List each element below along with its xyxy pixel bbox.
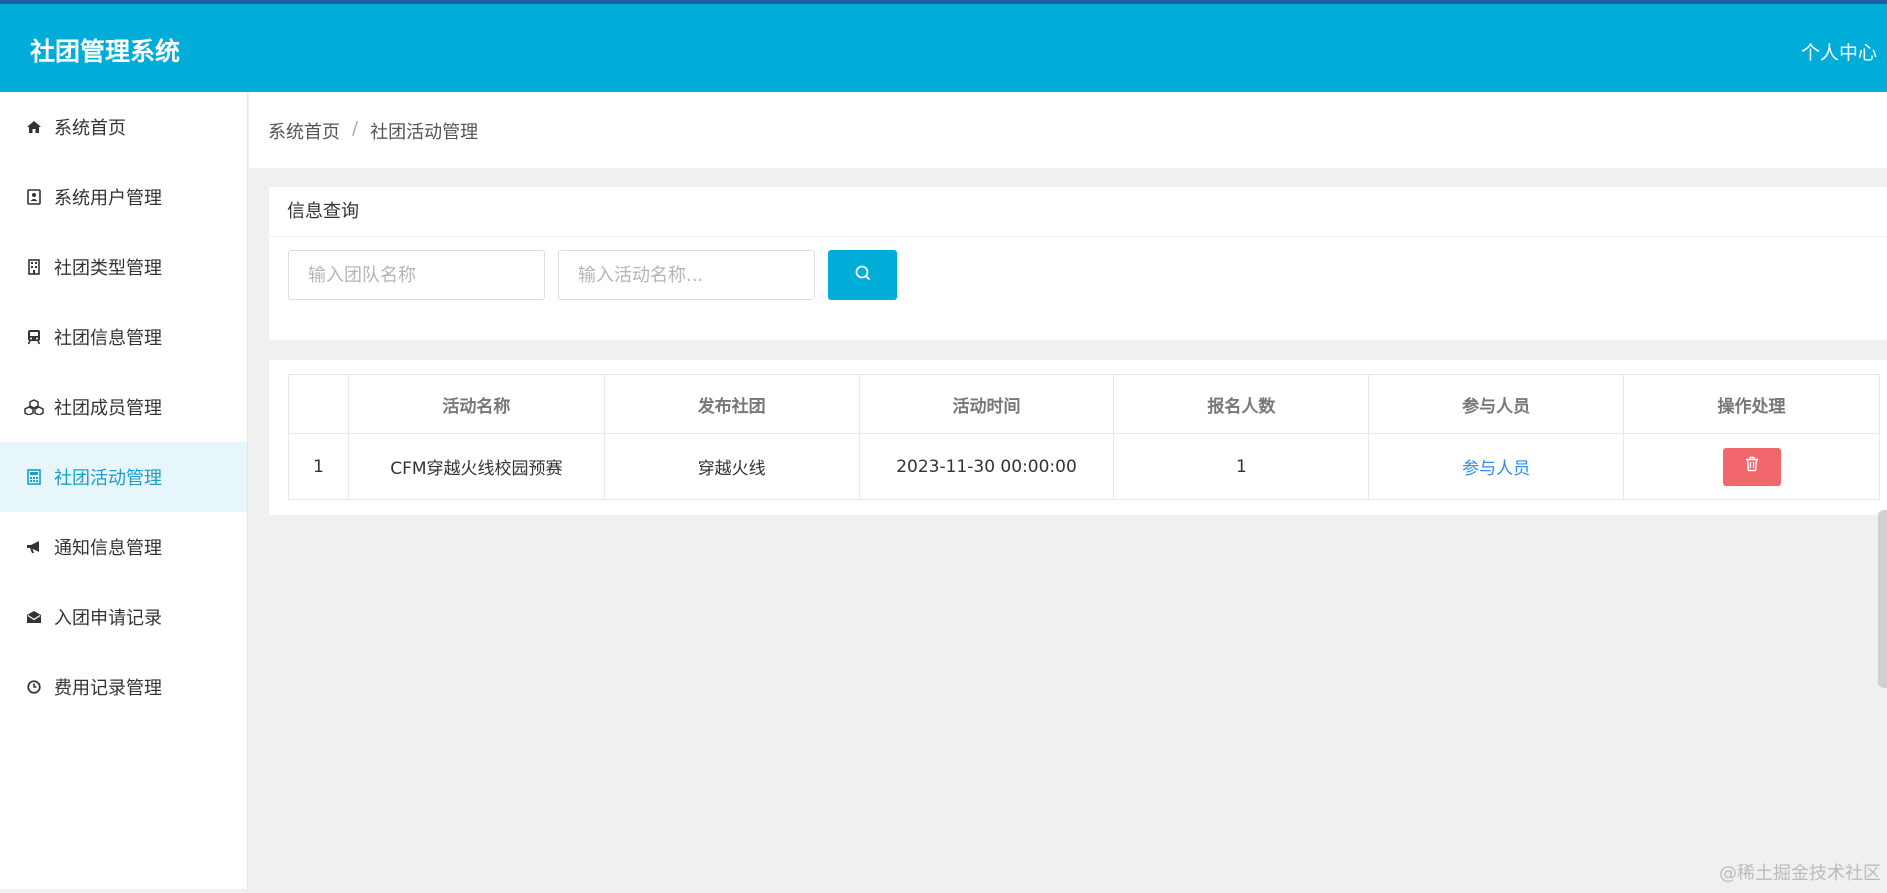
breadcrumb-home[interactable]: 系统首页 xyxy=(268,118,340,144)
sidebar-item-home[interactable]: 系统首页 xyxy=(0,92,247,162)
calculator-icon xyxy=(24,469,44,485)
delete-button[interactable] xyxy=(1722,447,1781,486)
sidebar-item-notices[interactable]: 通知信息管理 xyxy=(0,512,247,582)
sidebar-item-label: 系统首页 xyxy=(54,118,126,139)
sidebar-item-join-requests[interactable]: 入团申请记录 xyxy=(0,582,247,652)
sidebar-item-label: 社团信息管理 xyxy=(54,328,162,349)
contact-card-icon xyxy=(24,189,44,205)
activity-table: 活动名称 发布社团 活动时间 报名人数 参与人员 操作处理 1 CFM穿越火线校… xyxy=(288,374,1880,500)
sidebar-item-label: 系统用户管理 xyxy=(54,188,162,209)
app-header: 社团管理系统 个人中心 xyxy=(0,4,1887,92)
breadcrumb-bar: 系统首页 / 社团活动管理 xyxy=(249,92,1887,168)
building-icon xyxy=(24,259,44,275)
column-header-time: 活动时间 xyxy=(858,374,1115,434)
side-scroll-handle[interactable] xyxy=(1878,510,1887,688)
participants-cell: 参与人员 xyxy=(1368,433,1625,500)
home-icon xyxy=(24,120,44,134)
column-header-club: 发布社团 xyxy=(603,374,860,434)
sidebar-item-users[interactable]: 系统用户管理 xyxy=(0,162,247,232)
cubes-icon xyxy=(24,399,44,415)
breadcrumb-separator: / xyxy=(352,118,359,139)
trash-icon xyxy=(1745,456,1759,477)
sidebar-item-club-members[interactable]: 社团成员管理 xyxy=(0,372,247,442)
breadcrumb-current: 社团活动管理 xyxy=(370,122,479,143)
sidebar-item-fee-records[interactable]: 费用记录管理 xyxy=(0,652,247,722)
sidebar-item-club-activities[interactable]: 社团活动管理 xyxy=(0,442,247,512)
app-title: 社团管理系统 xyxy=(30,37,181,66)
sidebar-item-label: 社团类型管理 xyxy=(54,258,162,279)
sidebar-item-label: 社团活动管理 xyxy=(54,468,162,489)
team-name-input[interactable] xyxy=(288,250,545,300)
sidebar-item-label: 通知信息管理 xyxy=(54,538,162,559)
activity-name-cell: CFM穿越火线校园预赛 xyxy=(347,433,605,500)
query-panel: 信息查询 xyxy=(269,187,1887,340)
sidebar-item-club-types[interactable]: 社团类型管理 xyxy=(0,232,247,302)
column-header-activity-name: 活动名称 xyxy=(347,374,605,434)
table-header-row: 活动名称 发布社团 活动时间 报名人数 参与人员 操作处理 xyxy=(288,374,1880,434)
column-header-actions: 操作处理 xyxy=(1623,374,1880,434)
sidebar-item-label: 入团申请记录 xyxy=(54,608,162,629)
participants-link[interactable]: 参与人员 xyxy=(1462,459,1530,479)
search-icon xyxy=(854,264,872,286)
column-header-participants: 参与人员 xyxy=(1368,374,1625,434)
column-header-index xyxy=(288,374,349,434)
table-panel: 活动名称 发布社团 活动时间 报名人数 参与人员 操作处理 1 CFM穿越火线校… xyxy=(269,360,1887,515)
clock-icon xyxy=(24,680,44,694)
bullhorn-icon xyxy=(24,540,44,554)
column-header-signup-count: 报名人数 xyxy=(1113,374,1370,434)
signup-count-cell: 1 xyxy=(1113,433,1370,500)
activity-name-input[interactable] xyxy=(558,250,815,300)
watermark: @稀土掘金技术社区 xyxy=(1719,863,1881,884)
table-row: 1 CFM穿越火线校园预赛 穿越火线 2023-11-30 00:00:00 1… xyxy=(288,433,1880,500)
actions-cell xyxy=(1623,433,1880,500)
train-icon xyxy=(24,329,44,345)
sidebar-item-label: 费用记录管理 xyxy=(54,678,162,699)
activity-time-cell: 2023-11-30 00:00:00 xyxy=(858,433,1115,500)
user-center-link[interactable]: 个人中心 xyxy=(1801,38,1877,65)
breadcrumb: 系统首页 / 社团活动管理 xyxy=(268,118,478,144)
club-cell: 穿越火线 xyxy=(603,433,860,500)
envelope-open-icon xyxy=(24,610,44,624)
search-button[interactable] xyxy=(828,250,897,300)
sidebar-item-club-info[interactable]: 社团信息管理 xyxy=(0,302,247,372)
row-index: 1 xyxy=(288,433,349,500)
sidebar: 系统首页 系统用户管理 社团类型管理 社团信息管理 社团成员管理 社团活动管理 xyxy=(0,92,248,889)
sidebar-item-label: 社团成员管理 xyxy=(54,398,162,419)
query-panel-title: 信息查询 xyxy=(269,187,1887,237)
